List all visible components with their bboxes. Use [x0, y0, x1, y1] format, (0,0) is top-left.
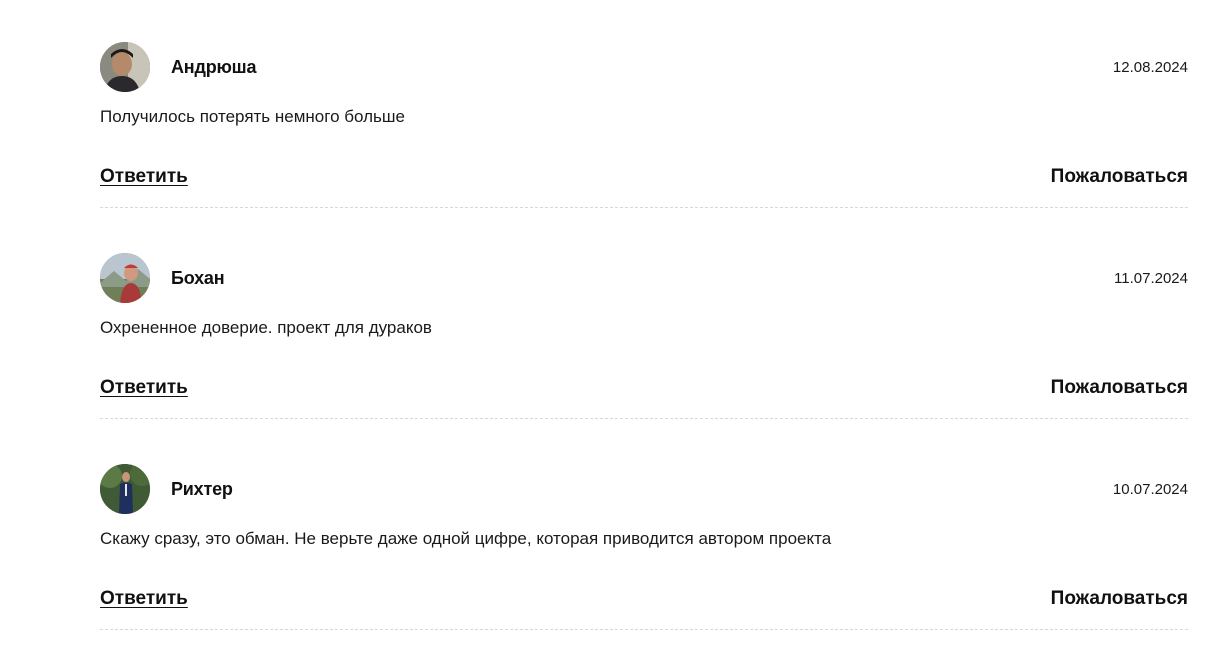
reply-link[interactable]: Ответить	[100, 165, 188, 189]
comment-item: Бохан 11.07.2024 Охрененное доверие. про…	[100, 253, 1188, 419]
comment-text: Получилось потерять немного больше	[100, 107, 405, 126]
author-name: Андрюша	[171, 57, 257, 77]
reply-link[interactable]: Ответить	[100, 587, 188, 611]
comment-text: Скажу сразу, это обман. Не верьте даже о…	[100, 529, 832, 548]
divider	[100, 418, 1188, 419]
user-photo-icon	[100, 42, 150, 92]
report-link[interactable]: Пожаловаться	[1051, 587, 1188, 611]
divider	[100, 629, 1188, 630]
comment-item: Рихтер 10.07.2024 Скажу сразу, это обман…	[100, 464, 1188, 630]
avatar[interactable]	[100, 464, 150, 514]
user-photo-icon	[100, 464, 150, 514]
avatar[interactable]	[100, 253, 150, 303]
comment-item: Андрюша 12.08.2024 Получилось потерять н…	[100, 42, 1188, 208]
avatar[interactable]	[100, 42, 150, 92]
user-photo-icon	[100, 253, 150, 303]
author-name: Рихтер	[171, 479, 233, 499]
reply-link[interactable]: Ответить	[100, 376, 188, 400]
divider	[100, 207, 1188, 208]
comment-date: 10.07.2024	[1112, 481, 1188, 498]
comment-text: Охрененное доверие. проект для дураков	[100, 318, 432, 337]
comment-date: 11.07.2024	[1114, 270, 1188, 287]
report-link[interactable]: Пожаловаться	[1051, 165, 1188, 189]
report-link[interactable]: Пожаловаться	[1051, 376, 1188, 400]
comments-list: Андрюша 12.08.2024 Получилось потерять н…	[0, 0, 1220, 657]
comment-date: 12.08.2024	[1112, 59, 1188, 76]
author-name: Бохан	[171, 268, 225, 288]
